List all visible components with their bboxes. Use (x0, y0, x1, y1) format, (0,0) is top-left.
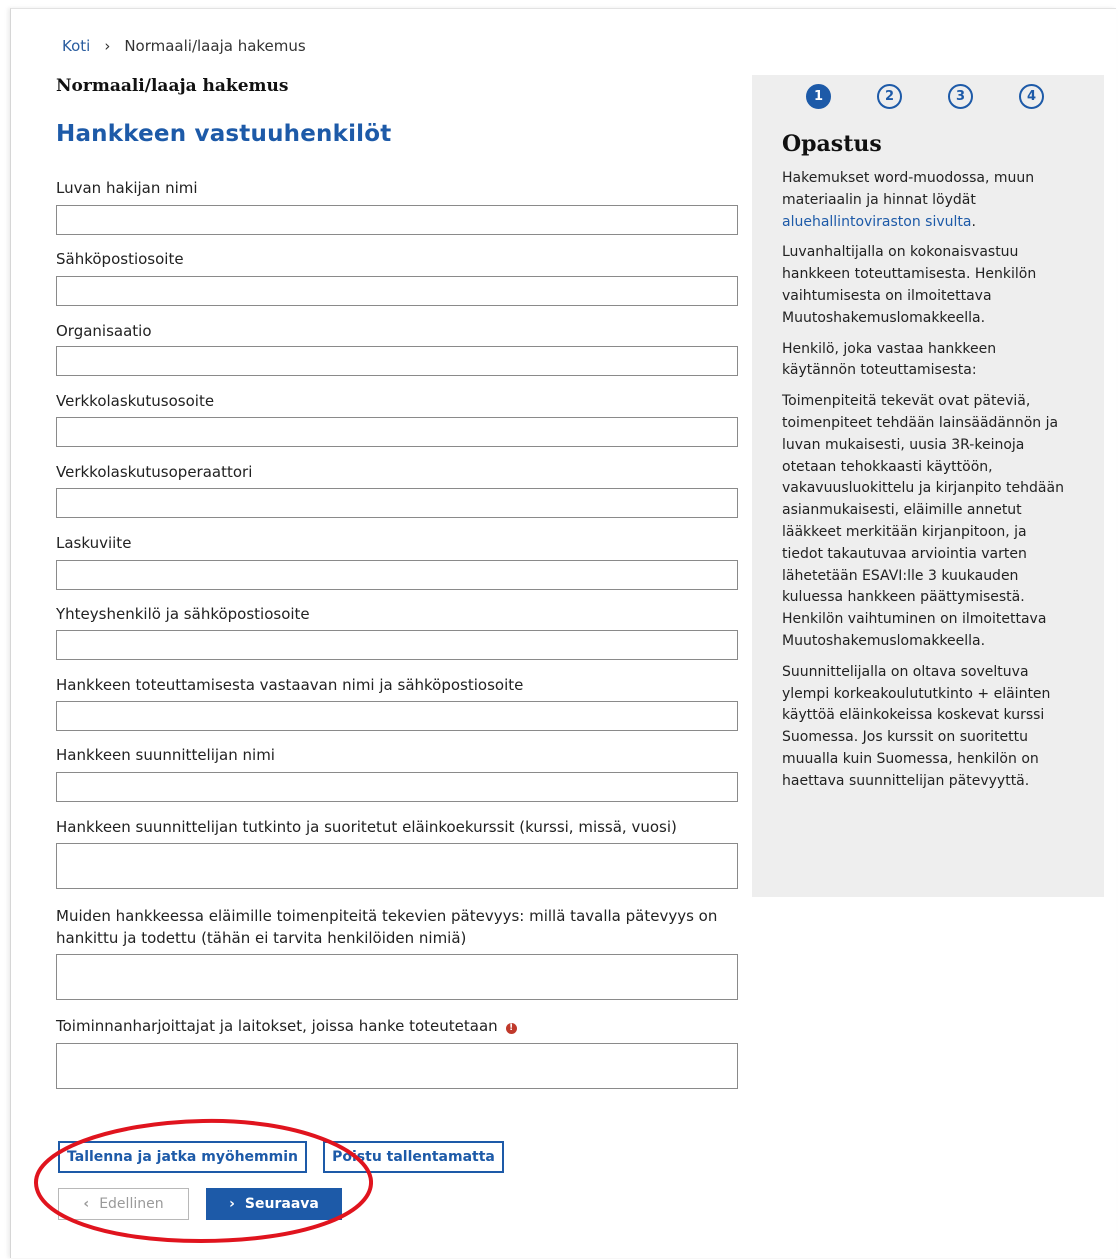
chevron-left-icon: ‹ (83, 1196, 90, 1212)
guide-text-end: . (971, 213, 976, 230)
breadcrumb-current: Normaali/laaja hakemus (124, 37, 306, 55)
step-4-indicator[interactable]: 4 (1019, 84, 1044, 109)
field-label-contact-person: Yhteyshenkilö ja sähköpostiosoite (56, 605, 310, 623)
step-indicator: 1 2 3 4 (806, 84, 1044, 109)
step-1-indicator[interactable]: 1 (806, 84, 831, 109)
guide-text: Hakemukset word-muodossa, muun materiaal… (782, 170, 1035, 208)
previous-button[interactable]: ‹ Edellinen (58, 1188, 189, 1220)
field-label-implementation-responsible: Hankkeen toteuttamisesta vastaavan nimi … (56, 676, 524, 694)
avi-site-link[interactable]: aluehallintoviraston sivulta (782, 214, 972, 230)
page-title: Normaali/laaja hakemus (56, 76, 289, 96)
info-icon[interactable]: ! (505, 1023, 517, 1034)
next-button[interactable]: › Seuraava (206, 1188, 342, 1220)
field-label-designer-qualification: Hankkeen suunnittelijan tutkinto ja suor… (56, 818, 677, 836)
field-label-operators-row: Toiminnanharjoittajat ja laitokset, jois… (56, 1015, 746, 1037)
guide-paragraph: Hakemukset word-muodossa, muun materiaal… (782, 168, 1068, 233)
applicant-name-input[interactable] (56, 205, 738, 235)
operators-textarea[interactable] (56, 1043, 738, 1089)
field-label-applicant-name: Luvan hakijan nimi (56, 179, 198, 197)
field-label-organisation: Organisaatio (56, 322, 152, 340)
field-label-einvoice-address: Verkkolaskutusosoite (56, 392, 215, 410)
previous-label: Edellinen (99, 1196, 164, 1212)
designer-name-input[interactable] (56, 772, 738, 802)
guide-title: Opastus (782, 131, 882, 157)
save-and-continue-later-button[interactable]: Tallenna ja jatka myöhemmin (58, 1141, 307, 1173)
implementation-responsible-input[interactable] (56, 701, 738, 731)
exit-without-saving-button[interactable]: Poistu tallentamatta (323, 1141, 504, 1173)
other-competence-textarea[interactable] (56, 954, 738, 1000)
email-input[interactable] (56, 276, 738, 306)
guide-paragraph: Henkilö, joka vastaa hankkeen käytännön … (782, 340, 997, 379)
einvoice-address-input[interactable] (56, 417, 738, 447)
step-3-indicator[interactable]: 3 (948, 84, 973, 109)
field-label-einvoice-operator: Verkkolaskutusoperaattori (56, 463, 253, 481)
field-label-designer-name: Hankkeen suunnittelijan nimi (56, 746, 275, 764)
designer-qualification-textarea[interactable] (56, 843, 738, 889)
chevron-right-icon: › (104, 37, 111, 55)
field-label-other-competence: Muiden hankkeessa eläimille toimenpiteit… (56, 907, 718, 947)
guide-paragraph: Luvanhaltijalla on kokonaisvastuu hankke… (782, 244, 1037, 326)
guide-body: Hakemukset word-muodossa, muun materiaal… (782, 168, 1068, 802)
chevron-right-icon: › (229, 1196, 235, 1212)
invoice-reference-input[interactable] (56, 560, 738, 590)
field-label-operators: Toiminnanharjoittajat ja laitokset, jois… (56, 1017, 498, 1035)
einvoice-operator-input[interactable] (56, 488, 738, 518)
guide-paragraph: Toimenpiteitä tekevät ovat päteviä, toim… (782, 393, 1064, 649)
field-label-email: Sähköpostiosoite (56, 250, 184, 268)
next-label: Seuraava (244, 1196, 319, 1212)
section-title: Hankkeen vastuuhenkilöt (56, 121, 392, 147)
breadcrumb-home-link[interactable]: Koti (62, 37, 90, 55)
contact-person-input[interactable] (56, 630, 738, 660)
organisation-input[interactable] (56, 346, 738, 376)
breadcrumb: Koti › Normaali/laaja hakemus (62, 37, 306, 55)
field-label-invoice-reference: Laskuviite (56, 534, 132, 552)
guide-paragraph: Suunnittelijalla on oltava soveltuva yle… (782, 663, 1051, 789)
step-2-indicator[interactable]: 2 (877, 84, 902, 109)
